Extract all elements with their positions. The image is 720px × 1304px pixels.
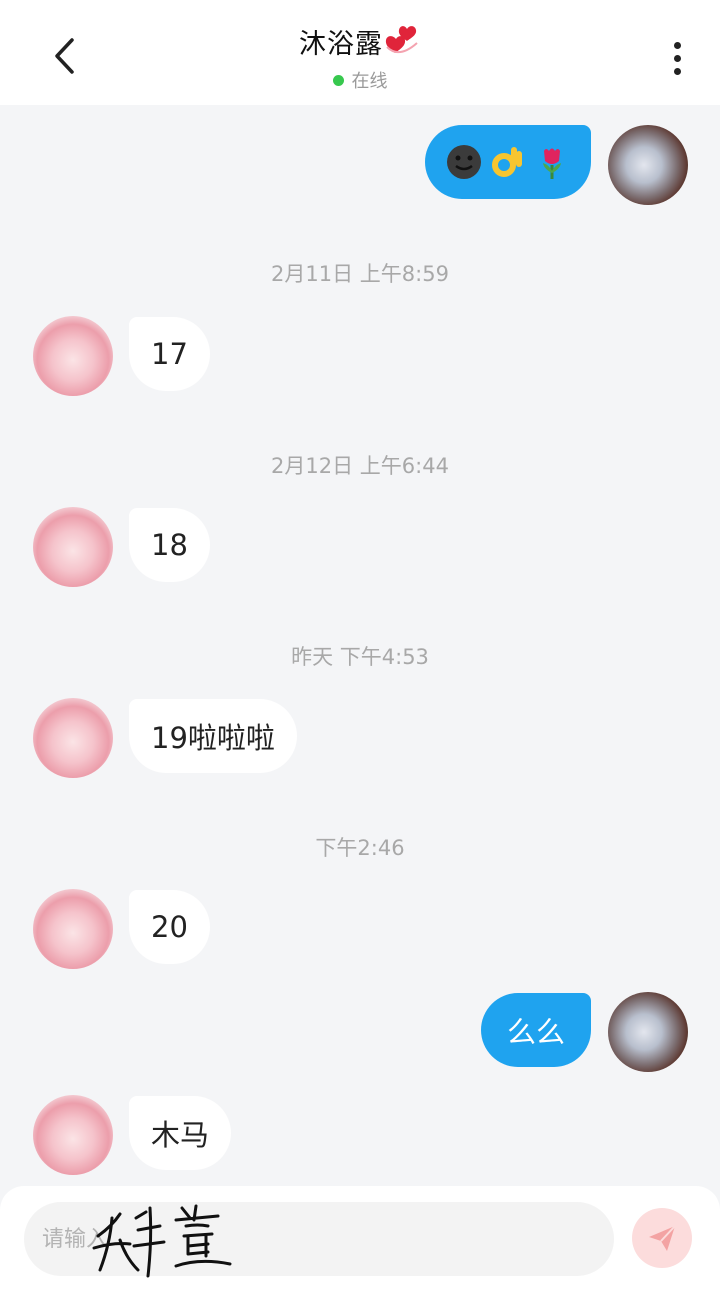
timestamp: 昨天 下午4:53 <box>291 645 429 669</box>
more-vertical-icon <box>673 41 681 49</box>
message-bubble-in[interactable]: 18 <box>129 508 210 582</box>
chat-title: 沐浴露 <box>299 22 421 61</box>
message-input-box[interactable] <box>24 1202 614 1276</box>
send-button[interactable] <box>632 1208 692 1268</box>
timestamp: 下午2:46 <box>315 836 405 860</box>
message-bubble-in[interactable]: 20 <box>129 890 210 964</box>
my-avatar[interactable] <box>608 992 688 1072</box>
more-vertical-icon <box>673 54 681 62</box>
timestamp: 2月11日 上午8:59 <box>271 262 449 286</box>
message-bubble-out[interactable]: 么么 <box>481 993 591 1067</box>
message-composer <box>0 1186 720 1304</box>
emoji-row <box>445 143 571 181</box>
message-bubble-out[interactable] <box>425 125 591 199</box>
ok-hand-icon <box>492 147 522 177</box>
chat-header: 沐浴露 在线 <box>0 0 720 105</box>
timestamp: 2月12日 上午6:44 <box>271 454 449 478</box>
online-dot-icon <box>332 74 344 86</box>
tulip-icon <box>543 148 561 179</box>
message-text: 么么 <box>507 1015 566 1049</box>
online-status-text: 在线 <box>351 71 388 92</box>
more-options-button[interactable] <box>660 38 694 78</box>
new-moon-face-icon <box>447 145 481 179</box>
two-hearts-icon <box>385 25 418 53</box>
message-bubble-in[interactable]: 19啦啦啦 <box>129 699 297 773</box>
message-text: 19啦啦啦 <box>151 721 275 755</box>
title-block: 沐浴露 在线 <box>0 22 720 93</box>
message-bubble-in[interactable]: 木马 <box>129 1096 232 1170</box>
online-status: 在线 <box>332 67 388 93</box>
contact-name: 沐浴露 <box>299 29 383 60</box>
message-input[interactable] <box>24 1202 614 1276</box>
my-avatar[interactable] <box>608 125 688 205</box>
message-text: 木马 <box>151 1118 210 1152</box>
message-bubble-in[interactable]: 17 <box>129 317 210 391</box>
contact-avatar[interactable] <box>33 698 113 778</box>
contact-avatar[interactable] <box>33 316 113 396</box>
send-paper-plane-icon <box>649 1225 676 1251</box>
message-text: 20 <box>151 910 188 944</box>
message-text: 18 <box>151 528 188 562</box>
more-vertical-icon <box>673 67 681 75</box>
contact-avatar[interactable] <box>33 507 113 587</box>
contact-avatar[interactable] <box>33 1095 113 1175</box>
contact-avatar[interactable] <box>33 889 113 969</box>
message-text: 17 <box>151 337 188 371</box>
